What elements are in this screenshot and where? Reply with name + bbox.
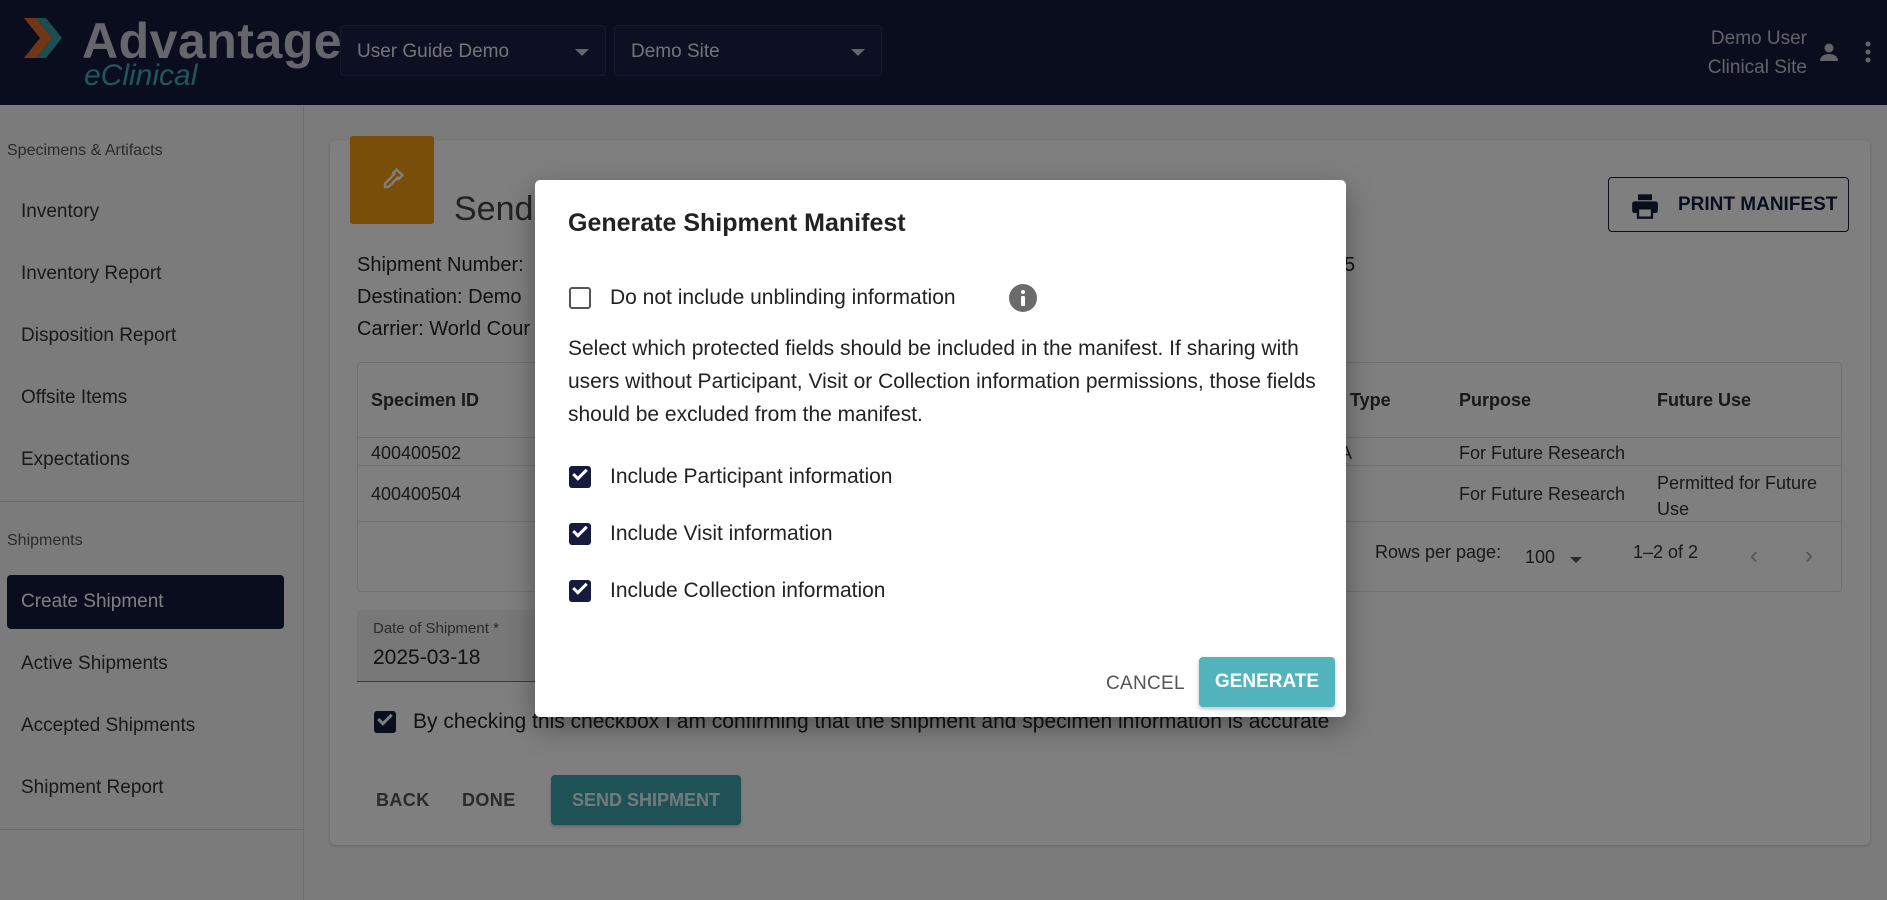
participant-checkbox[interactable] (569, 465, 591, 488)
unblinding-checkbox[interactable] (569, 287, 591, 309)
collection-checkbox[interactable] (569, 579, 591, 602)
check-icon (572, 465, 588, 481)
generate-button[interactable]: GENERATE (1199, 657, 1335, 707)
participant-label: Include Participant information (610, 465, 893, 488)
check-icon (572, 522, 588, 538)
unblinding-label: Do not include unblinding information (610, 286, 956, 309)
check-icon (572, 579, 588, 595)
visit-label: Include Visit information (610, 522, 833, 545)
collection-label: Include Collection information (610, 579, 886, 602)
dialog-description: Select which protected fields should be … (568, 337, 1316, 426)
visit-checkbox[interactable] (569, 522, 591, 545)
dialog-title: Generate Shipment Manifest (568, 209, 906, 237)
info-icon[interactable] (1009, 284, 1037, 312)
cancel-button[interactable]: CANCEL (1106, 673, 1185, 695)
generate-manifest-dialog: Generate Shipment Manifest Do not includ… (535, 180, 1346, 717)
